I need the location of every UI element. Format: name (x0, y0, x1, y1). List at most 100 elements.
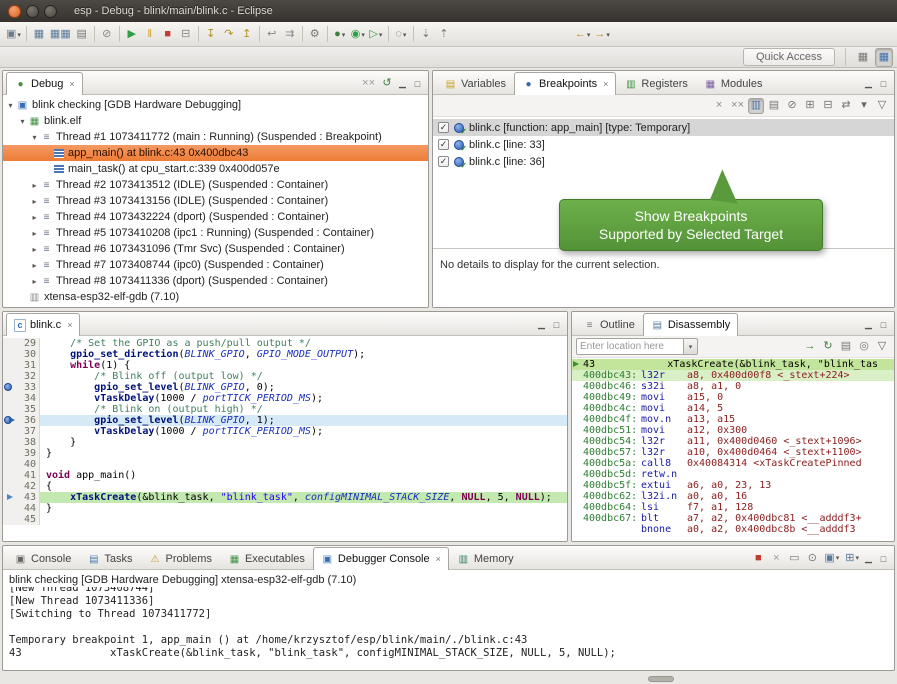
debug-tree-item[interactable]: ▦blink.elf (3, 113, 428, 129)
drop-to-frame-icon[interactable]: ↩ (263, 25, 281, 44)
gutter-marker-bar[interactable] (3, 503, 16, 514)
debug-tree-item[interactable]: ≡Thread #6 1073431096 (Tmr Svc) (Suspend… (3, 241, 428, 257)
breakpoint-checkbox[interactable] (438, 139, 449, 150)
disassembly-row[interactable]: 400dbc62:l32i.na0, a0, 16 (572, 491, 894, 502)
view-menu-icon[interactable]: ▽ (874, 339, 890, 355)
collapse-all-icon[interactable]: ⊟ (820, 98, 836, 114)
print-icon[interactable]: ▤ (73, 25, 91, 44)
link-with-debug-view-icon[interactable]: ⇄ (838, 98, 854, 114)
gutter-marker-bar[interactable] (3, 437, 16, 448)
save-icon[interactable]: ▦ (30, 25, 48, 44)
breakpoint-item[interactable]: blink.c [line: 33] (433, 136, 894, 153)
minimize-icon[interactable] (534, 318, 549, 331)
debug-tree-item[interactable]: ≡Thread #8 1073411336 (dport) (Suspended… (3, 273, 428, 289)
expander-icon[interactable] (5, 101, 16, 110)
disassembly-row[interactable]: bnonea0, a2, 0x400dbc8b <__adddf3 (572, 524, 894, 535)
add-breakpoint-menu-icon[interactable]: ▾ (856, 98, 872, 114)
debug-launch-icon[interactable]: ● (331, 25, 349, 44)
previous-annotation-icon[interactable]: ⇡ (435, 25, 453, 44)
skip-all-breakpoints-icon[interactable]: ⊘ (784, 98, 800, 114)
maximize-icon[interactable] (876, 318, 891, 331)
debug-perspective-icon[interactable]: ▦ (875, 48, 893, 67)
minimize-icon[interactable] (395, 77, 410, 90)
remove-all-breakpoints-icon[interactable]: ×× (729, 98, 746, 114)
gutter-marker-bar[interactable] (3, 360, 16, 371)
minimize-icon[interactable] (861, 77, 876, 90)
disassembly-row[interactable]: 400dbc64:lsif7, a1, 128 (572, 502, 894, 513)
track-expression-icon[interactable]: ◎ (856, 339, 872, 355)
gutter-marker-bar[interactable] (3, 404, 16, 415)
breakpoint-checkbox[interactable] (438, 156, 449, 167)
close-icon[interactable] (69, 79, 74, 89)
debug-tree-item[interactable]: ▥xtensa-esp32-elf-gdb (7.10) (3, 289, 428, 305)
debug-tree-item[interactable]: app_main() at blink.c:43 0x400dbc43 (3, 145, 428, 161)
view-menu-icon[interactable]: ▽ (874, 98, 890, 114)
location-dropdown-icon[interactable] (684, 338, 698, 355)
expander-icon[interactable] (29, 197, 40, 206)
tab-console[interactable]: ▣Console (6, 548, 79, 569)
tab-breakpoints[interactable]: ●Breakpoints (514, 72, 616, 95)
gutter-marker-bar[interactable] (3, 415, 16, 426)
tab-debugger-console[interactable]: ▣Debugger Console (313, 547, 449, 570)
breakpoint-checkbox[interactable] (438, 122, 449, 133)
disassembly-row[interactable]: 400dbc4c:movia14, 5 (572, 403, 894, 414)
maximize-icon[interactable] (410, 77, 425, 90)
display-selected-console-icon[interactable]: ▣ (822, 550, 841, 566)
new-wizard-icon[interactable]: ▣ (4, 25, 23, 44)
skip-all-breakpoints-icon[interactable]: ⊘ (98, 25, 116, 44)
external-tools-icon[interactable]: ▷ (367, 25, 385, 44)
tab-executables[interactable]: ▦Executables (220, 548, 313, 569)
disassembly-row[interactable]: 400dbc5f:extuia6, a0, 23, 13 (572, 480, 894, 491)
disassembly-row[interactable]: 400dbc43:l32ra8, 0x400d00f8 <_stext+224> (572, 370, 894, 381)
disassembly-row[interactable]: 400dbc5d:retw.n (572, 469, 894, 480)
minimize-icon[interactable] (861, 318, 876, 331)
expander-icon[interactable] (29, 229, 40, 238)
expander-icon[interactable] (29, 181, 40, 190)
expander-icon[interactable] (29, 245, 40, 254)
tab-modules[interactable]: ▦Modules (696, 73, 771, 94)
disassembly-row[interactable]: 400dbc5a:call80x40084314 <xTaskCreatePin… (572, 458, 894, 469)
gutter-marker-bar[interactable] (3, 481, 16, 492)
expander-icon[interactable] (29, 213, 40, 222)
expander-icon[interactable] (29, 261, 40, 270)
remove-launch-icon[interactable]: × (768, 550, 784, 566)
gutter-marker-bar[interactable] (3, 382, 16, 393)
debug-tree-item[interactable]: ▣blink checking [GDB Hardware Debugging] (3, 97, 428, 113)
gutter-marker-bar[interactable] (3, 448, 16, 459)
horizontal-scrollbar-thumb[interactable] (648, 676, 674, 682)
debug-tree-item[interactable]: ≡Thread #7 1073408744 (ipc0) (Suspended … (3, 257, 428, 273)
open-console-icon[interactable]: ⊞ (843, 550, 861, 566)
step-over-icon[interactable]: ↷ (220, 25, 238, 44)
tab-registers[interactable]: ▥Registers (616, 73, 695, 94)
back-icon[interactable]: ← (573, 25, 593, 44)
jump-to-pc-icon[interactable]: → (802, 339, 818, 355)
gutter-marker-bar[interactable] (3, 459, 16, 470)
close-icon[interactable] (603, 79, 608, 89)
gutter-marker-bar[interactable] (3, 492, 16, 503)
debug-tree-item[interactable]: ≡Thread #2 1073413512 (IDLE) (Suspended … (3, 177, 428, 193)
forward-icon[interactable]: → (592, 25, 612, 44)
build-icon[interactable]: ⚙ (306, 25, 324, 44)
step-return-icon[interactable]: ↥ (238, 25, 256, 44)
save-all-icon[interactable]: ▦▦ (48, 25, 73, 44)
suspend-icon[interactable]: ‖ (141, 25, 159, 44)
close-icon[interactable] (436, 554, 441, 564)
breakpoint-item[interactable]: blink.c [line: 36] (433, 153, 894, 170)
window-minimize-button[interactable] (26, 5, 39, 18)
clear-console-icon[interactable]: ▭ (786, 550, 802, 566)
expander-icon[interactable] (29, 277, 40, 286)
instruction-stepping-icon[interactable]: ⇉ (281, 25, 299, 44)
gutter-marker-bar[interactable] (3, 371, 16, 382)
window-close-button[interactable] (8, 5, 21, 18)
disassembly-row[interactable]: 43 xTaskCreate(&blink_task, "blink_tas (572, 359, 894, 370)
run-launch-icon[interactable]: ◉ (349, 25, 367, 44)
location-input[interactable] (576, 338, 684, 355)
disassembly-row[interactable]: 400dbc51:movia12, 0x300 (572, 425, 894, 436)
tab-problems[interactable]: ⚠Problems (140, 548, 219, 569)
quick-access-button[interactable]: Quick Access (743, 48, 835, 66)
breakpoint-item[interactable]: blink.c [function: app_main] [type: Temp… (433, 119, 894, 136)
gutter-marker-bar[interactable] (3, 514, 16, 525)
debug-tree-item[interactable]: ≡Thread #4 1073432224 (dport) (Suspended… (3, 209, 428, 225)
search-icon[interactable]: ◌ (392, 25, 410, 44)
window-maximize-button[interactable] (44, 5, 57, 18)
